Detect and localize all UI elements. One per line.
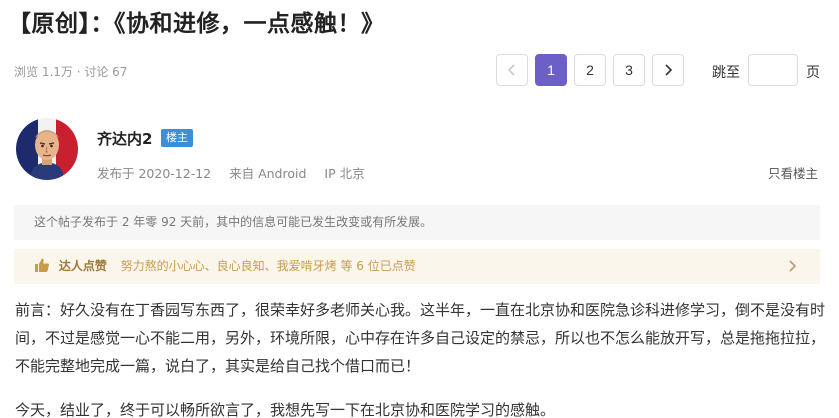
pagination: 1 2 3 [496, 54, 691, 86]
author-name[interactable]: 齐达内2 [97, 128, 152, 149]
thumbs-up-icon [35, 258, 49, 272]
page-3-button[interactable]: 3 [613, 54, 645, 86]
op-badge: 楼主 [161, 129, 193, 147]
page-2-button[interactable]: 2 [574, 54, 606, 86]
post-ip: IP 北京 [324, 166, 365, 181]
page-unit-label: 页 [806, 65, 820, 81]
content-paragraph-1: 前言：好久没有在丁香园写东西了，很荣幸好多老师关心我。这半年，一直在北京协和医院… [15, 301, 826, 375]
chevron-right-icon [789, 260, 797, 272]
endorsement-names: 努力熬的小心心、良心良知、我爱啃牙烤 等 6 位已点赞 [120, 259, 416, 273]
endorsement-label: 达人点赞 [58, 259, 107, 273]
post-source: 来自 Android [229, 166, 307, 181]
next-page-button[interactable] [652, 54, 684, 86]
post-meta: 发布于 2020-12-12 来自 Android IP 北京 [97, 163, 379, 182]
chevron-right-icon [665, 64, 673, 76]
endorsement-bar[interactable]: 达人点赞 努力熬的小心心、良心良知、我爱啃牙烤 等 6 位已点赞 [14, 249, 820, 284]
avatar[interactable] [16, 118, 78, 180]
jump-to-label: 跳至 [712, 65, 740, 81]
chevron-left-icon [507, 64, 515, 76]
post-stats: 浏览 1.1万 · 讨论 67 [14, 65, 128, 79]
page-1-button[interactable]: 1 [535, 54, 567, 86]
post-date: 发布于 2020-12-12 [97, 166, 212, 181]
only-op-link[interactable]: 只看楼主 [768, 163, 818, 182]
age-notice: 这个帖子发布于 2 年零 92 天前，其中的信息可能已发生改变或有所发展。 [14, 205, 820, 240]
post-title: 【原创】：《协和进修，一点感触！》 [8, 11, 385, 37]
prev-page-button[interactable] [496, 54, 528, 86]
jump-page-input[interactable] [748, 54, 798, 86]
content-paragraph-2: 今天，结业了，终于可以畅所欲言了，我想先写一下在北京协和医院学习的感触。 [15, 401, 556, 418]
